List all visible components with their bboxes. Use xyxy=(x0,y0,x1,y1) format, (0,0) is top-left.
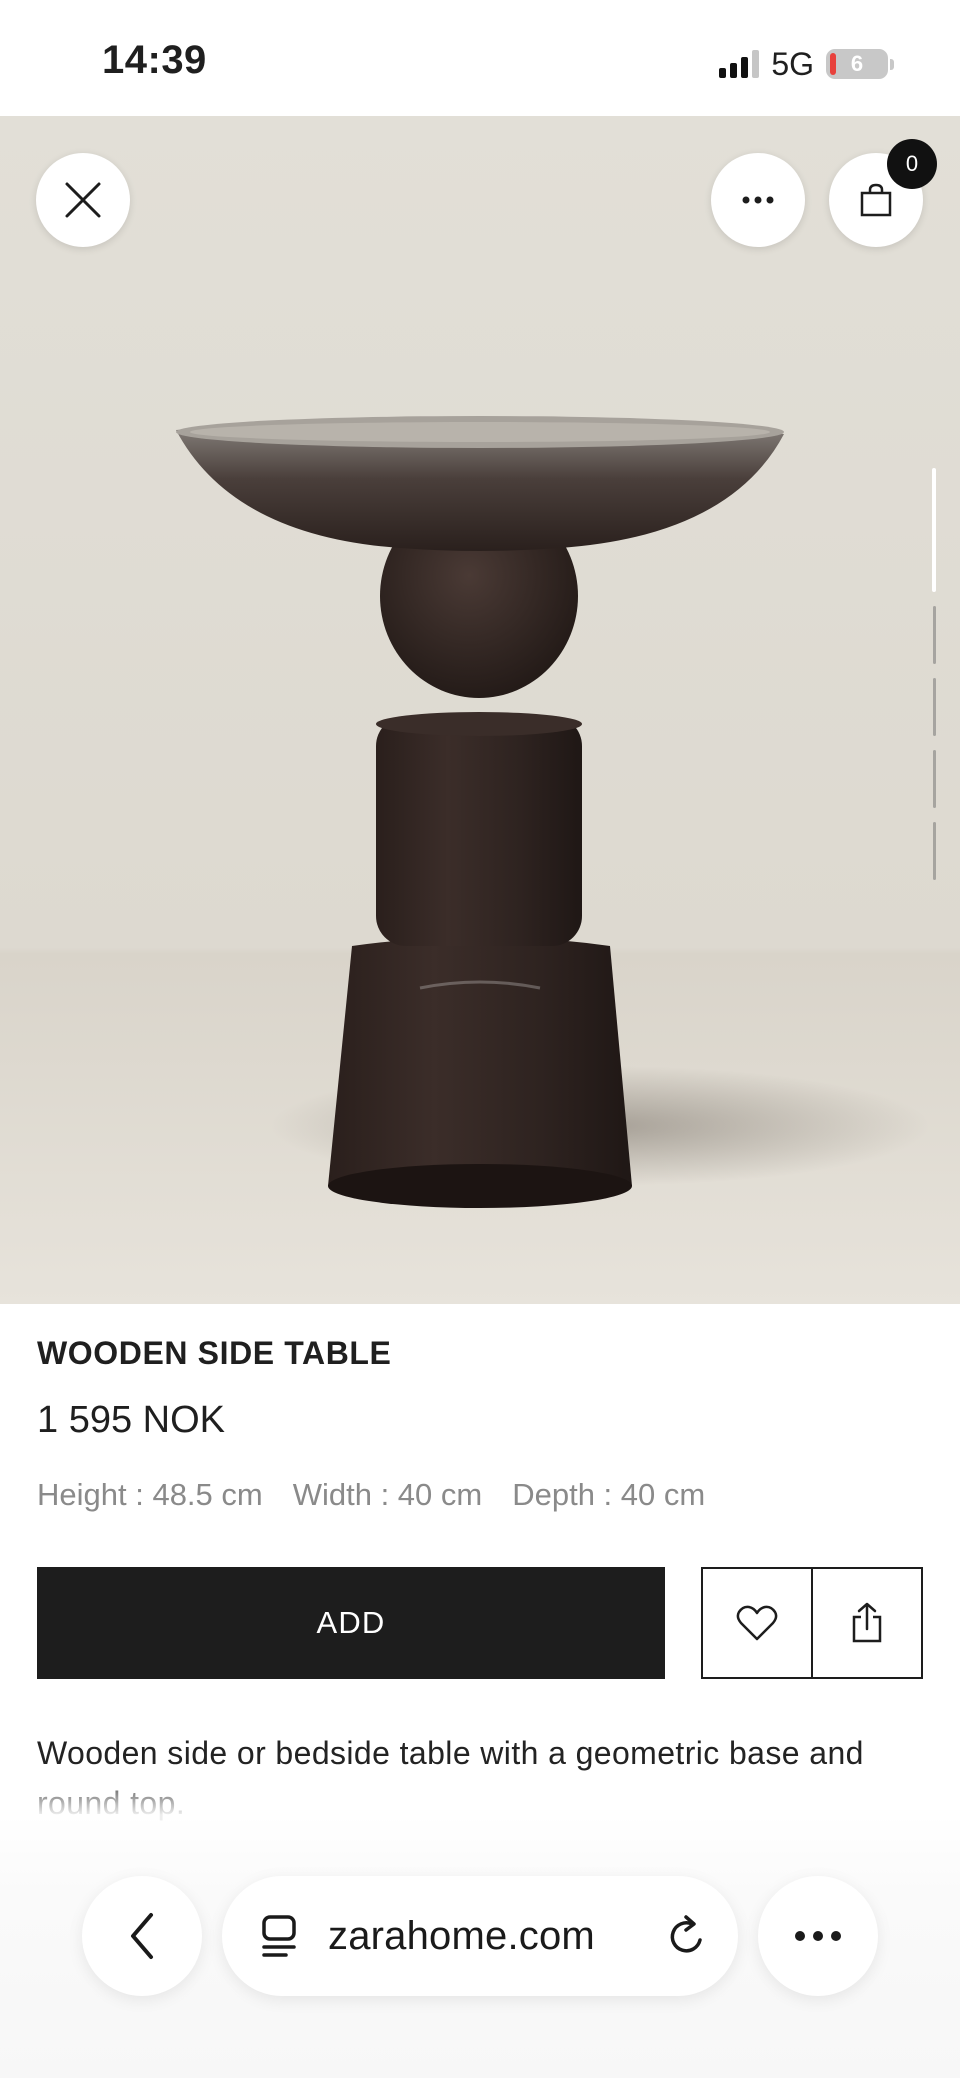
more-icon xyxy=(742,196,774,204)
shopping-bag-icon xyxy=(860,183,892,217)
gallery-dot xyxy=(932,606,936,664)
status-indicators: 5G 6 xyxy=(719,44,894,84)
status-time: 14:39 xyxy=(102,38,207,82)
gallery-dot xyxy=(932,750,936,808)
chevron-left-icon xyxy=(131,1913,153,1959)
share-button[interactable] xyxy=(811,1569,921,1677)
dimension-depth: Depth : 40 cm xyxy=(512,1477,706,1512)
product-actions xyxy=(701,1567,923,1679)
browser-back-button[interactable] xyxy=(82,1876,202,1996)
close-icon xyxy=(65,182,101,218)
product-title: WOODEN SIDE TABLE xyxy=(37,1335,392,1371)
add-to-cart-button[interactable]: ADD xyxy=(37,1567,665,1679)
more-options-button[interactable] xyxy=(711,153,805,247)
heart-icon xyxy=(736,1605,778,1641)
wishlist-button[interactable] xyxy=(703,1569,811,1677)
dimension-width: Width : 40 cm xyxy=(292,1477,483,1512)
product-price: 1 595 NOK xyxy=(37,1399,225,1441)
battery-tip xyxy=(890,58,894,70)
more-icon xyxy=(795,1931,841,1941)
status-bar: 14:39 5G 6 xyxy=(0,0,960,116)
battery-level: 6 xyxy=(850,51,864,76)
reload-icon[interactable] xyxy=(666,1914,708,1958)
address-bar[interactable]: zarahome.com xyxy=(222,1876,738,1996)
product-image[interactable] xyxy=(0,116,960,1304)
wooden-side-table-illustration xyxy=(176,416,930,1208)
gallery-dot xyxy=(932,822,936,880)
network-type: 5G xyxy=(771,45,814,82)
cart-count-badge: 0 xyxy=(887,139,937,189)
dimension-height: Height : 48.5 cm xyxy=(37,1477,263,1512)
browser-more-button[interactable] xyxy=(758,1876,878,1996)
product-dimensions: Height : 48.5 cm Width : 40 cm Depth : 4… xyxy=(37,1477,705,1513)
share-icon xyxy=(852,1602,882,1643)
battery-icon: 6 xyxy=(826,49,888,79)
gallery-indicator xyxy=(930,468,938,894)
gallery-dot-active xyxy=(932,468,936,592)
tab-overview-icon[interactable] xyxy=(260,1914,300,1958)
gallery-dot xyxy=(932,678,936,736)
url-text: zarahome.com xyxy=(328,1913,595,1958)
close-button[interactable] xyxy=(36,153,130,247)
signal-icon xyxy=(719,50,760,78)
